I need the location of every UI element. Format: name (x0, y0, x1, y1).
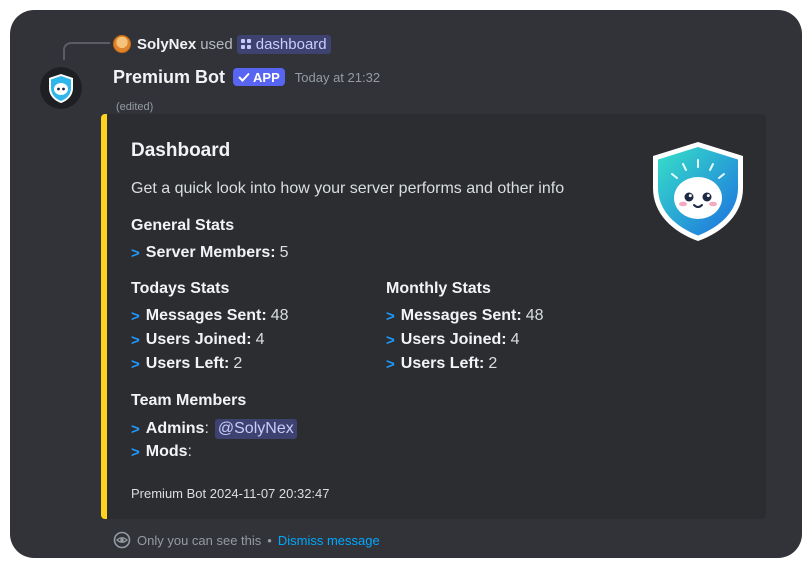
command-name: dashboard (255, 35, 327, 53)
chevron-right-icon: > (131, 355, 140, 373)
chevron-right-icon: > (131, 443, 140, 461)
embed-title: Dashboard (131, 140, 231, 161)
slash-command-icon (240, 39, 251, 49)
shield-mascot-thumbnail[interactable] (643, 136, 753, 246)
team-admins-row: > Admins: @SolyNex (131, 419, 297, 439)
app-badge-label: APP (253, 69, 280, 85)
bot-avatar[interactable] (40, 67, 82, 109)
stat-label: Users Left: (400, 355, 485, 372)
app-badge: APP (233, 68, 285, 86)
used-label: used (200, 35, 233, 53)
embed-footer: Premium Bot 2024-11-07 20:32:47 (131, 486, 330, 501)
stat-value: 48 (525, 307, 544, 324)
chevron-right-icon: > (131, 244, 140, 262)
team-mods-row: > Mods: (131, 443, 192, 461)
stat-value: 2 (233, 355, 243, 372)
stat-value: 5 (279, 244, 289, 261)
stat-label: Users Joined: (400, 331, 507, 348)
admins-label: Admins (145, 420, 205, 437)
bot-name[interactable]: Premium Bot (113, 67, 225, 88)
ephemeral-notice: Only you can see this • Dismiss message (113, 531, 380, 549)
monthly-users-joined: > Users Joined: 4 (386, 331, 519, 349)
message-timestamp[interactable]: Today at 21:32 (295, 70, 380, 85)
chevron-right-icon: > (131, 420, 140, 438)
stat-value: 4 (255, 331, 265, 348)
stat-value: 4 (510, 331, 520, 348)
separator-dot: • (267, 532, 272, 548)
todays-stats-heading: Todays Stats (131, 280, 230, 297)
stat-label: Server Members: (145, 244, 276, 261)
today-users-joined: > Users Joined: 4 (131, 331, 264, 349)
reply-user-name[interactable]: SolyNex (137, 36, 196, 53)
edited-label: (edited) (116, 101, 154, 113)
today-messages-sent: > Messages Sent: 48 (131, 307, 289, 325)
stat-label: Users Left: (145, 355, 230, 372)
eye-icon (113, 531, 131, 549)
chevron-right-icon: > (386, 307, 395, 325)
stat-value: 2 (488, 355, 498, 372)
reply-connector (63, 42, 110, 60)
chat-frame: SolyNex used dashboard Premium Bot APP T… (10, 10, 802, 558)
general-stats-heading: General Stats (131, 217, 235, 234)
chevron-right-icon: > (386, 355, 395, 373)
team-members-heading: Team Members (131, 392, 247, 409)
dismiss-message-link[interactable]: Dismiss message (278, 533, 380, 548)
dashboard-embed: Dashboard Get a quick look into how your… (101, 114, 766, 519)
stat-label: Users Joined: (145, 331, 252, 348)
today-users-left: > Users Left: 2 (131, 355, 242, 373)
command-pill[interactable]: dashboard (236, 34, 331, 54)
chevron-right-icon: > (131, 331, 140, 349)
admin-mention[interactable]: @SolyNex (214, 419, 297, 439)
stat-value: 48 (270, 307, 289, 324)
mods-label: Mods (145, 443, 188, 460)
monthly-stats-heading: Monthly Stats (386, 280, 491, 297)
chevron-right-icon: > (386, 331, 395, 349)
check-icon (238, 72, 250, 82)
monthly-users-left: > Users Left: 2 (386, 355, 497, 373)
user-avatar-small[interactable] (113, 35, 131, 53)
stat-label: Messages Sent: (145, 307, 267, 324)
stat-server-members: > Server Members: 5 (131, 244, 289, 262)
ephemeral-text: Only you can see this (137, 532, 262, 548)
monthly-messages-sent: > Messages Sent: 48 (386, 307, 544, 325)
chevron-right-icon: > (131, 307, 140, 325)
stat-label: Messages Sent: (400, 307, 522, 324)
command-reply-header: SolyNex used dashboard (113, 33, 331, 55)
message-header: Premium Bot APP Today at 21:32 (113, 64, 380, 90)
embed-description: Get a quick look into how your server pe… (131, 180, 565, 197)
